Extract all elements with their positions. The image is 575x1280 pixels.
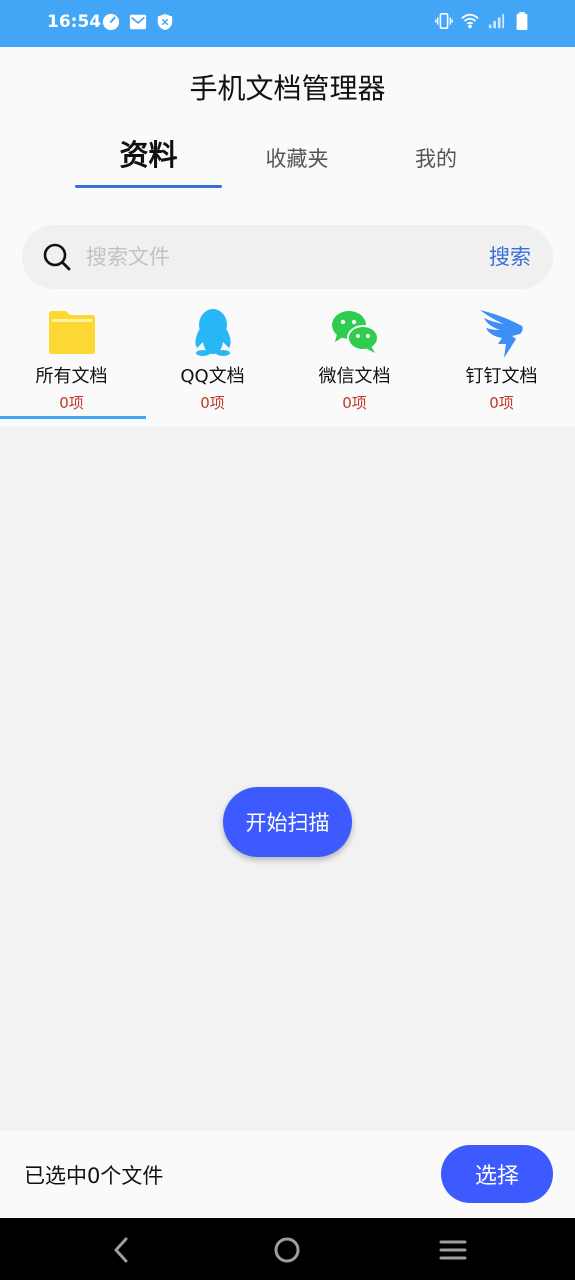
system-nav-bar [0,1218,575,1280]
select-button[interactable]: 选择 [441,1145,553,1203]
category-label: QQ文档 [180,366,245,387]
battery-icon [516,12,528,30]
category-bar: 所有文档 0项 QQ文档 0项 微信文档 0项 钉钉文档 0项 [0,302,575,419]
menu-icon[interactable] [438,1235,468,1265]
category-wechat-docs[interactable]: 微信文档 0项 [283,302,426,418]
app-header: 手机文档管理器 资料 收藏夹 我的 搜索 所有文档 0项 [0,47,575,426]
shield-icon [157,13,173,31]
dingtalk-icon [480,310,523,358]
speedometer-icon [102,13,120,31]
search-bar: 搜索 [22,225,553,289]
active-tab-indicator [75,185,222,188]
search-button[interactable]: 搜索 [489,241,531,271]
signal-icon [488,13,505,29]
status-left-icons [102,13,174,31]
vibrate-icon [435,12,453,30]
category-label: 钉钉文档 [465,366,538,387]
back-icon[interactable] [107,1235,137,1265]
category-dingtalk-docs[interactable]: 钉钉文档 0项 [430,302,573,418]
active-category-indicator [0,416,146,419]
tab-mine[interactable]: 我的 [380,141,492,191]
category-qq-docs[interactable]: QQ文档 0项 [141,302,284,418]
selected-count-text: 已选中0个文件 [24,1164,164,1188]
status-right-icons [435,12,531,30]
search-icon [43,243,71,271]
category-label: 所有文档 [35,366,108,387]
wechat-icon [332,311,379,353]
bottom-action-bar: 已选中0个文件 选择 [0,1130,575,1218]
search-input[interactable] [86,239,426,275]
qq-icon [195,309,231,356]
home-icon[interactable] [272,1235,302,1265]
category-all-docs[interactable]: 所有文档 0项 [0,302,143,418]
tab-favorites[interactable]: 收藏夹 [240,141,354,191]
folder-icon [49,311,95,354]
category-count: 0项 [200,394,225,412]
start-scan-button[interactable]: 开始扫描 [223,787,352,857]
wifi-icon [461,13,479,29]
category-count: 0项 [489,394,514,412]
tab-bar: 资料 收藏夹 我的 [0,137,575,192]
category-label: 微信文档 [318,366,391,387]
mail-icon [129,14,147,30]
category-count: 0项 [342,394,367,412]
file-list-area: 开始扫描 [0,426,575,1130]
status-bar: 16:54 [0,0,575,47]
app-title: 手机文档管理器 [189,72,386,105]
category-count: 0项 [59,394,84,412]
tab-materials[interactable]: 资料 [75,137,222,187]
status-time: 16:54 [47,12,102,32]
